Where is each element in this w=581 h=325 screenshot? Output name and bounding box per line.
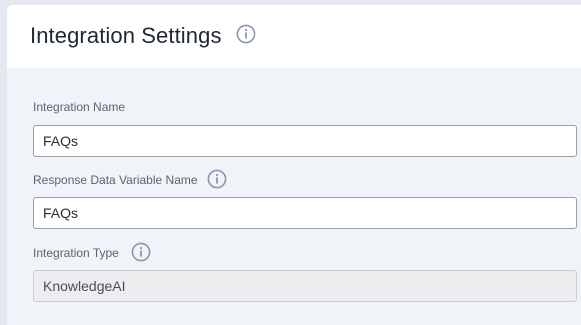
response-variable-label: Response Data Variable Name [33, 173, 198, 187]
integration-settings-panel: Integration Settings Integration Name Re… [7, 5, 581, 325]
integration-name-input[interactable] [33, 125, 577, 157]
response-variable-info-icon[interactable] [207, 169, 227, 189]
page-title: Integration Settings [30, 23, 222, 48]
integration-type-input [33, 270, 577, 302]
title-info-icon[interactable] [236, 24, 256, 44]
integration-type-info-icon[interactable] [131, 242, 151, 262]
panel-header: Integration Settings [7, 5, 581, 68]
response-variable-input[interactable] [33, 197, 577, 229]
integration-name-label: Integration Name [33, 100, 126, 114]
integration-type-label: Integration Type [33, 246, 119, 260]
